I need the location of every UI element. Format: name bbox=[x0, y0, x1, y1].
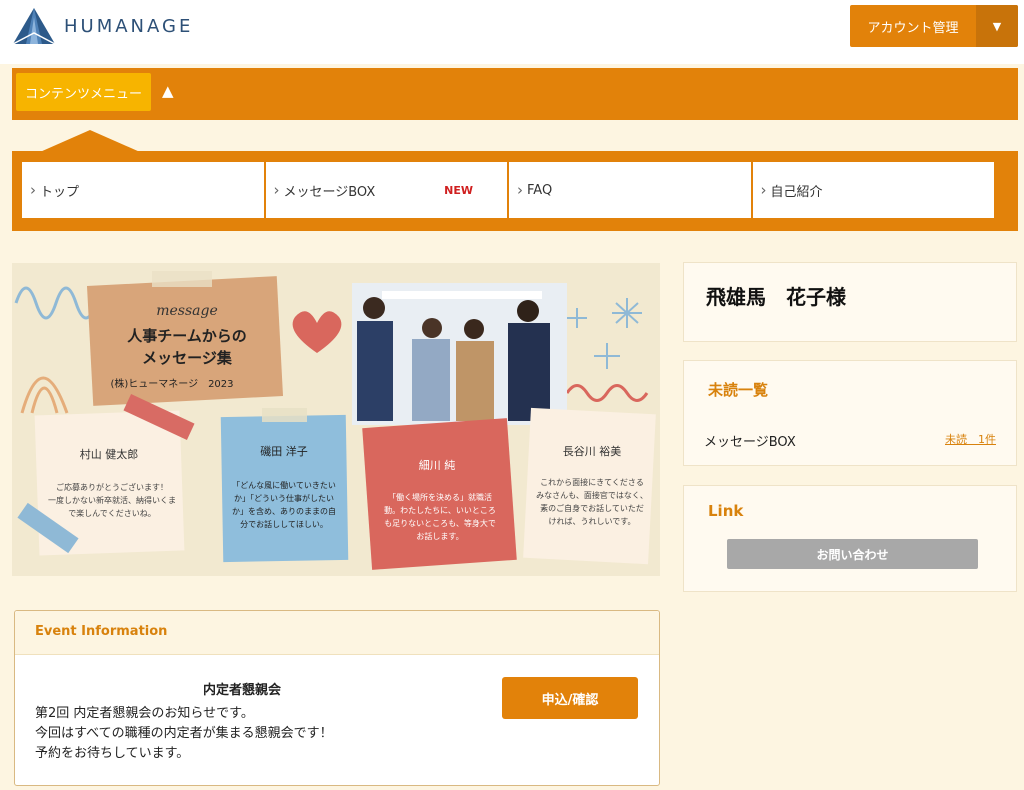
banner-heading-1: 人事チームからの bbox=[127, 327, 247, 345]
svg-text:動。わたしたちに、いいところ: 動。わたしたちに、いいところ bbox=[384, 506, 496, 515]
nav-item-label: トップ bbox=[40, 184, 80, 200]
logo-text: HUMANAGE bbox=[64, 15, 194, 37]
svg-text:長谷川 裕美: 長谷川 裕美 bbox=[563, 445, 622, 458]
svg-text:「どんな風に働いていきたい: 「どんな風に働いていきたい bbox=[232, 480, 336, 490]
top-header: HUMANAGE アカウント管理 ▼ bbox=[0, 0, 1024, 64]
account-menu-label: アカウント管理 bbox=[867, 20, 959, 36]
svg-text:も足りないところも、等身大で: も足りないところも、等身大で bbox=[384, 518, 496, 528]
account-menu-button[interactable]: アカウント管理 ▼ bbox=[850, 5, 1018, 47]
event-line: 予約をお待ちしています。 bbox=[35, 746, 190, 761]
humanage-logo[interactable]: HUMANAGE bbox=[12, 6, 193, 46]
nav-item-label: FAQ bbox=[527, 182, 553, 198]
banner-script: message bbox=[156, 303, 218, 319]
svg-text:か」を含め、ありのままの自: か」を含め、ありのままの自 bbox=[232, 506, 336, 516]
content-menu-dropdown: › トップ › メッセージBOX NEW › FAQ › 自己紹介 bbox=[12, 151, 1018, 231]
unread-count-link[interactable]: 未読 1件 bbox=[945, 431, 996, 447]
apply-confirm-button[interactable]: 申込/確認 bbox=[502, 677, 638, 719]
svg-text:で楽しんでくださいね。: で楽しんでくださいね。 bbox=[68, 508, 156, 518]
triangle-mountain-logo-icon bbox=[12, 8, 56, 45]
nav-list: › トップ › メッセージBOX NEW › FAQ › 自己紹介 bbox=[22, 162, 994, 218]
sparkle-icon bbox=[612, 298, 642, 328]
svg-text:ご応募ありがとうございます！: ご応募ありがとうございます！ bbox=[56, 482, 168, 492]
banner-illustration: message 人事チームからの メッセージ集 (株)ヒューマネージ 2023 … bbox=[12, 263, 660, 576]
unread-title: 未読一覧 bbox=[708, 381, 769, 399]
event-line: 今回はすべての職種の内定者が集まる懇親会です！ bbox=[35, 726, 333, 741]
user-card: 飛雄馬 花子様 bbox=[683, 262, 1017, 342]
svg-text:一度しかない新卒就活、納得いくま: 一度しかない新卒就活、納得いくま bbox=[48, 495, 176, 505]
svg-text:細川 純: 細川 純 bbox=[419, 459, 456, 472]
triangle-up-icon[interactable]: ▲ bbox=[162, 82, 174, 100]
menu-pointer bbox=[40, 130, 140, 152]
user-name: 飛雄馬 花子様 bbox=[706, 285, 846, 309]
contact-button[interactable]: お問い合わせ bbox=[727, 539, 978, 569]
link-title: Link bbox=[708, 502, 744, 520]
content-menu-button[interactable]: コンテンツメニュー bbox=[16, 73, 151, 111]
nav-item-faq[interactable]: › FAQ bbox=[509, 162, 751, 218]
message-banner[interactable]: message 人事チームからの メッセージ集 (株)ヒューマネージ 2023 … bbox=[12, 263, 660, 576]
svg-text:みなさんも、面接官ではなく、: みなさんも、面接官ではなく、 bbox=[536, 490, 648, 500]
nav-item-self-intro[interactable]: › 自己紹介 bbox=[752, 162, 994, 218]
event-line: 第2回 内定者懇親会のお知らせです。 bbox=[35, 706, 254, 721]
svg-text:村山 健太郎: 村山 健太郎 bbox=[80, 447, 139, 461]
chevron-right-icon: › bbox=[273, 181, 280, 199]
unread-card: 未読一覧 メッセージBOX 未読 1件 bbox=[683, 360, 1017, 466]
svg-text:素のご自身でお話していただ: 素のご自身でお話していただ bbox=[540, 503, 644, 513]
nav-item-label: 自己紹介 bbox=[770, 184, 823, 200]
link-card: Link お問い合わせ bbox=[683, 485, 1017, 592]
svg-text:分でお話ししてほしい。: 分でお話ししてほしい。 bbox=[240, 519, 328, 529]
event-title: 内定者懇親会 bbox=[203, 683, 282, 698]
unread-item-label: メッセージBOX bbox=[704, 435, 796, 450]
nav-item-message-box[interactable]: › メッセージBOX NEW bbox=[265, 162, 507, 218]
svg-text:これから面接にきてくださる: これから面接にきてくださる bbox=[540, 477, 644, 487]
banner-heading-2: メッセージ集 bbox=[142, 349, 233, 367]
event-section-title: Event Information bbox=[35, 624, 168, 639]
content-menu-bar: コンテンツメニュー ▲ bbox=[12, 68, 1018, 120]
caret-down-icon[interactable]: ▼ bbox=[976, 5, 1018, 47]
event-description: 第2回 内定者懇親会のお知らせです。 今回はすべての職種の内定者が集まる懇親会で… bbox=[35, 704, 333, 764]
nav-item-label: メッセージBOX bbox=[283, 184, 376, 200]
chevron-right-icon: › bbox=[760, 181, 767, 199]
event-header: Event Information bbox=[15, 611, 659, 655]
svg-text:か」「どういう仕事がしたい: か」「どういう仕事がしたい bbox=[234, 493, 334, 503]
chevron-right-icon: › bbox=[517, 181, 523, 199]
svg-text:磯田 洋子: 磯田 洋子 bbox=[260, 444, 308, 458]
chevron-right-icon: › bbox=[30, 181, 36, 199]
banner-company: (株)ヒューマネージ 2023 bbox=[110, 377, 233, 390]
new-badge: NEW bbox=[444, 183, 473, 197]
svg-text:ければ、うれしいです。: ければ、うれしいです。 bbox=[549, 517, 636, 526]
nav-item-top[interactable]: › トップ bbox=[22, 162, 264, 218]
svg-text:「働く場所を決める」就職活: 「働く場所を決める」就職活 bbox=[388, 492, 492, 502]
event-information-panel: Event Information 内定者懇親会 第2回 内定者懇親会のお知らせ… bbox=[14, 610, 660, 786]
svg-text:お話します。: お話します。 bbox=[416, 531, 463, 541]
